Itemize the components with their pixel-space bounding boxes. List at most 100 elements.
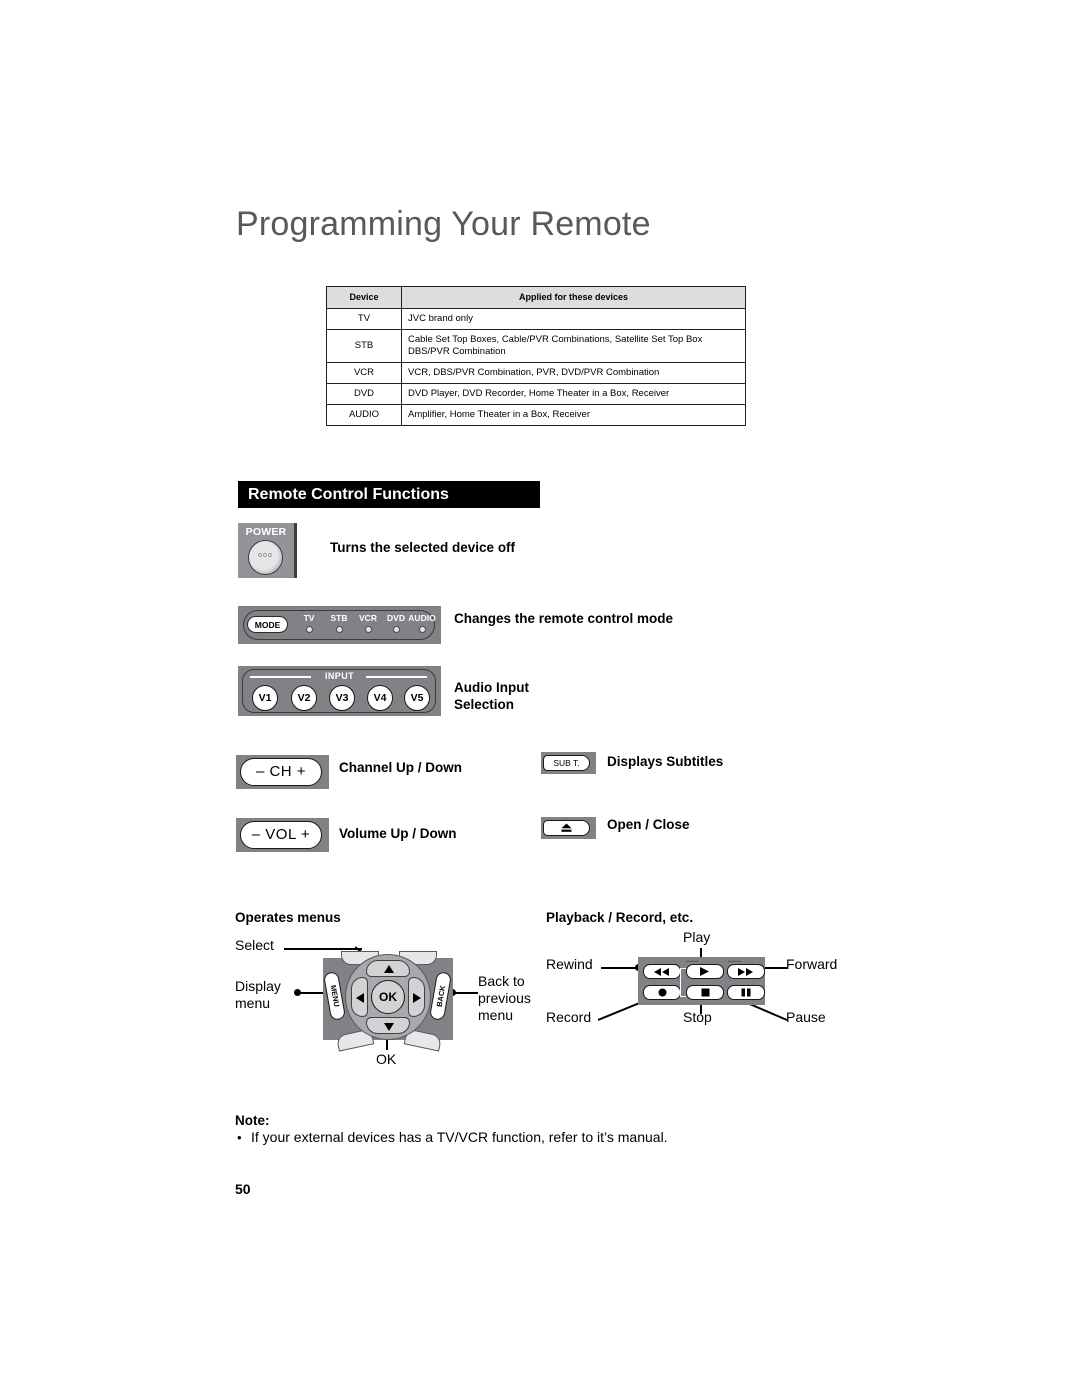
channel-button-label: – CH + (240, 758, 322, 786)
menu-key: MENU (322, 971, 347, 1021)
playback-heading: Playback / Record, etc. (546, 910, 694, 925)
playback-button-record (643, 985, 681, 1000)
callout-display-menu-line1: Display (235, 978, 281, 994)
playback-buttons-illustration: ▬▬▬ ▬▬▬ (638, 957, 765, 1005)
mode-indicator-audio: AUDIO (405, 614, 439, 633)
back-key: BACK (428, 971, 453, 1021)
led-icon (364, 625, 372, 633)
input-description-line2: Selection (454, 697, 515, 712)
playback-connector-line (680, 968, 686, 997)
led-icon (392, 625, 400, 633)
eject-button-illustration (541, 817, 596, 839)
note-title: Note: (235, 1113, 270, 1128)
arrow-up-icon (384, 965, 394, 973)
table-cell-device: VCR (326, 361, 402, 384)
callout-rewind: Rewind (546, 956, 593, 972)
note-text: If your external devices has a TV/VCR fu… (251, 1129, 668, 1145)
input-button-v4: V4 (367, 685, 393, 711)
navigation-pad-illustration: OK MENU BACK (322, 951, 453, 1052)
table-cell-applied: JVC brand only (401, 308, 746, 331)
page-title: Programming Your Remote (236, 205, 651, 243)
table-cell-applied: Amplifier, Home Theater in a Box, Receiv… (401, 403, 746, 426)
eject-description: Open / Close (607, 817, 690, 832)
table-row: AUDIO Amplifier, Home Theater in a Box, … (326, 403, 746, 426)
menu-key-label: MENU (328, 984, 341, 1008)
input-button-v5: V5 (404, 685, 430, 711)
input-button-v3: V3 (329, 685, 355, 711)
power-button-label: POWER (245, 526, 287, 538)
table-header-applied: Applied for these devices (401, 285, 746, 310)
navigation-heading: Operates menus (235, 910, 341, 925)
arrow-left-icon (356, 993, 364, 1003)
callout-back-line3: menu (478, 1007, 514, 1023)
playback-hint-top-middle: ▬▬▬ (686, 958, 699, 963)
mode-description: Changes the remote control mode (454, 611, 674, 626)
mode-indicator-label: TV (303, 613, 315, 623)
arrow-down-icon (384, 1023, 394, 1031)
table-cell-device: STB (326, 329, 402, 363)
eject-icon (544, 821, 589, 835)
input-button-v1: V1 (252, 685, 278, 711)
table-row: TV JVC brand only (326, 308, 746, 331)
callout-ok: OK (376, 1051, 397, 1067)
navpad-right-key (408, 977, 425, 1017)
playback-button-pause (727, 985, 765, 1000)
volume-rocker-illustration: – VOL + (236, 818, 329, 852)
callout-play: Play (683, 929, 711, 945)
callout-back-line1: Back to (478, 973, 525, 989)
record-icon (658, 988, 666, 997)
mode-button-illustration: MODE TV STB VCR DVD AUDIO (238, 606, 441, 644)
mode-indicator-label: AUDIO (408, 613, 436, 623)
table-cell-applied: Cable Set Top Boxes, Cable/PVR Combinati… (401, 329, 746, 363)
led-icon (335, 625, 343, 633)
table-row: DVD DVD Player, DVD Recorder, Home Theat… (326, 382, 746, 405)
channel-rocker-illustration: – CH + (236, 755, 329, 789)
led-icon (418, 625, 426, 633)
power-description: Turns the selected device off (330, 540, 516, 555)
leader-line-select (284, 948, 362, 950)
callout-stop: Stop (683, 1009, 712, 1025)
mode-indicator-tv: TV (292, 614, 326, 633)
pause-icon (741, 988, 751, 997)
note-bullet: • (237, 1130, 242, 1145)
navpad-down-key (366, 1017, 410, 1034)
page-number: 50 (235, 1181, 251, 1197)
device-table: Device Applied for these devices TV JVC … (326, 285, 746, 426)
led-icon (305, 625, 313, 633)
volume-description: Volume Up / Down (339, 826, 457, 841)
power-dots-label: ooo (258, 552, 273, 559)
callout-select: Select (235, 937, 274, 953)
navpad-left-key (351, 977, 368, 1017)
playback-button-stop (686, 985, 724, 1000)
table-row: VCR VCR, DBS/PVR Combination, PVR, DVD/P… (326, 361, 746, 384)
input-rule-right (366, 676, 427, 678)
input-button-v2: V2 (291, 685, 317, 711)
table-cell-applied: DVD Player, DVD Recorder, Home Theater i… (401, 382, 746, 405)
rewind-icon (654, 967, 669, 976)
callout-pause: Pause (786, 1009, 826, 1025)
subtitle-button-label: SUB T. (543, 755, 590, 771)
navpad-up-key (366, 960, 410, 977)
subtitle-description: Displays Subtitles (607, 754, 724, 769)
table-header-device: Device (326, 285, 402, 310)
power-knob-icon: ooo (248, 540, 283, 575)
back-key-label: BACK (434, 984, 447, 1008)
leader-dot-display-menu (294, 989, 301, 996)
volume-button-label: – VOL + (240, 821, 322, 849)
table-header-row: Device Applied for these devices (326, 285, 746, 310)
arrow-right-icon (413, 993, 421, 1003)
table-cell-device: TV (326, 308, 402, 331)
mode-button-label: MODE (247, 616, 288, 633)
subtitle-button-illustration: SUB T. (541, 752, 596, 774)
callout-forward: Forward (786, 956, 838, 972)
table-cell-device: AUDIO (326, 403, 402, 426)
play-icon (700, 967, 709, 976)
playback-button-forward (727, 964, 765, 979)
callout-back-line2: previous (478, 990, 531, 1006)
playback-hint-top-right: ▬▬▬ (728, 958, 741, 963)
navpad-ok-button: OK (371, 980, 405, 1014)
channel-description: Channel Up / Down (339, 760, 462, 775)
forward-icon (738, 967, 753, 976)
playback-button-rewind (643, 964, 681, 979)
input-description-line1: Audio Input (454, 680, 529, 695)
